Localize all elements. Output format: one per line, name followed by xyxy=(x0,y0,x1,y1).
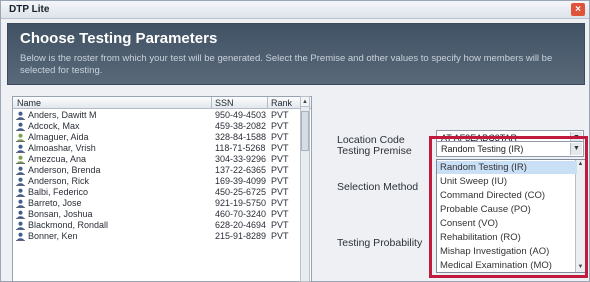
app-title: DTP Lite xyxy=(9,4,50,15)
cell-rank: PVT xyxy=(271,209,289,219)
callout-highlight xyxy=(429,136,588,278)
person-icon xyxy=(16,166,25,175)
cell-rank: PVT xyxy=(271,154,289,164)
cell-name: Anderson, Brenda xyxy=(28,165,101,175)
column-header-ssn[interactable]: SSN xyxy=(215,98,234,108)
cell-name: Bonsan, Joshua xyxy=(28,209,93,219)
person-icon xyxy=(16,155,25,164)
cell-name: Bonner, Ken xyxy=(28,231,78,241)
cell-name: Balbi, Federico xyxy=(28,187,89,197)
person-icon xyxy=(16,177,25,186)
table-row[interactable]: Bonner, Ken 215-91-8289 PVT xyxy=(13,231,311,242)
table-header: Name SSN Rank xyxy=(13,97,311,109)
testing-probability-label: Testing Probability xyxy=(337,237,423,249)
column-divider[interactable] xyxy=(267,97,268,109)
cell-ssn: 304-33-9296 xyxy=(215,154,267,164)
cell-rank: PVT xyxy=(271,132,289,142)
table-row[interactable]: Almaguer, Aida 328-84-1588 PVT xyxy=(13,132,311,143)
selection-method-label: Selection Method xyxy=(337,181,419,193)
person-icon xyxy=(16,122,25,131)
table-row[interactable]: Blackmond, Rondall 628-20-4694 PVT xyxy=(13,220,311,231)
person-icon xyxy=(16,133,25,142)
table-row[interactable]: Adcock, Max 459-38-2082 PVT xyxy=(13,121,311,132)
cell-ssn: 950-49-4503 xyxy=(215,110,267,120)
cell-ssn: 459-38-2082 xyxy=(215,121,267,131)
cell-name: Barreto, Jose xyxy=(28,198,82,208)
roster-scrollbar[interactable]: ▲ xyxy=(300,96,310,282)
cell-ssn: 118-71-5268 xyxy=(215,143,266,153)
cell-rank: PVT xyxy=(271,121,289,131)
cell-name: Adcock, Max xyxy=(28,121,80,131)
cell-rank: PVT xyxy=(271,187,289,197)
person-icon xyxy=(16,221,25,230)
cell-ssn: 137-22-6365 xyxy=(215,165,267,175)
cell-rank: PVT xyxy=(271,198,289,208)
title-bar: DTP Lite × xyxy=(1,1,589,19)
column-header-name[interactable]: Name xyxy=(17,98,41,108)
table-row[interactable]: Anders, Dawitt M 950-49-4503 PVT xyxy=(13,110,311,121)
page-title: Choose Testing Parameters xyxy=(20,30,218,47)
person-icon xyxy=(16,144,25,153)
scroll-up-icon[interactable]: ▲ xyxy=(301,97,309,107)
cell-ssn: 215-91-8289 xyxy=(215,231,267,241)
cell-name: Anders, Dawitt M xyxy=(28,110,97,120)
person-icon xyxy=(16,188,25,197)
cell-rank: PVT xyxy=(271,143,289,153)
cell-name: Almaguer, Aida xyxy=(28,132,89,142)
cell-rank: PVT xyxy=(271,176,289,186)
close-icon[interactable]: × xyxy=(571,3,585,16)
column-divider[interactable] xyxy=(211,97,212,109)
cell-name: Amezcua, Ana xyxy=(28,154,87,164)
table-row[interactable]: Amezcua, Ana 304-33-9296 PVT xyxy=(13,154,311,165)
cell-name: Blackmond, Rondall xyxy=(28,220,109,230)
person-icon xyxy=(16,210,25,219)
cell-ssn: 450-25-6725 xyxy=(215,187,267,197)
page-description: Below is the roster from which your test… xyxy=(20,53,553,76)
table-row[interactable]: Anderson, Rick 169-39-4099 PVT xyxy=(13,176,311,187)
header-panel: Choose Testing Parameters Below is the r… xyxy=(7,23,585,85)
roster-table[interactable]: Name SSN Rank Anders, Dawitt M 950-49-450… xyxy=(12,96,312,282)
cell-rank: PVT xyxy=(271,110,289,120)
person-icon xyxy=(16,232,25,241)
cell-ssn: 460-70-3240 xyxy=(215,209,267,219)
table-row[interactable]: Bonsan, Joshua 460-70-3240 PVT xyxy=(13,209,311,220)
table-row[interactable]: Almoashar, Vrish 118-71-5268 PVT xyxy=(13,143,311,154)
cell-name: Anderson, Rick xyxy=(28,176,90,186)
table-row[interactable]: Barreto, Jose 921-19-5750 PVT xyxy=(13,198,311,209)
cell-ssn: 628-20-4694 xyxy=(215,220,267,230)
testing-premise-label: Testing Premise xyxy=(337,145,412,157)
cell-rank: PVT xyxy=(271,165,289,175)
scroll-thumb[interactable] xyxy=(301,111,309,151)
column-header-rank[interactable]: Rank xyxy=(271,98,292,108)
cell-ssn: 921-19-5750 xyxy=(215,198,267,208)
cell-name: Almoashar, Vrish xyxy=(28,143,96,153)
table-row[interactable]: Balbi, Federico 450-25-6725 PVT xyxy=(13,187,311,198)
person-icon xyxy=(16,111,25,120)
cell-rank: PVT xyxy=(271,220,289,230)
table-row[interactable]: Anderson, Brenda 137-22-6365 PVT xyxy=(13,165,311,176)
cell-ssn: 169-39-4099 xyxy=(215,176,267,186)
cell-ssn: 328-84-1588 xyxy=(215,132,267,142)
person-icon xyxy=(16,199,25,208)
cell-rank: PVT xyxy=(271,231,289,241)
